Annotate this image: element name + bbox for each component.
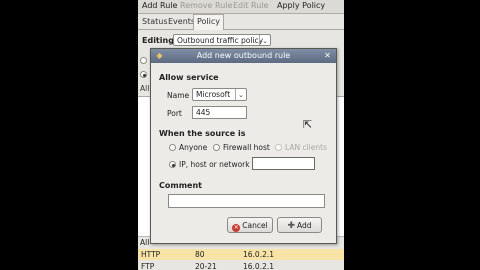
allow-service-heading: Allow service [159, 73, 219, 82]
apply-policy-button[interactable]: Apply Policy [277, 0, 325, 12]
table-row[interactable]: HTTP 80 16.0.2.1 [138, 249, 344, 260]
plus-icon: ✚ [287, 221, 295, 231]
toolbar: Add Rule Remove Rule Edit Rule Apply Pol… [138, 0, 344, 14]
add-button[interactable]: ✚ Add [277, 217, 322, 233]
tab-policy[interactable]: Policy [193, 14, 225, 30]
add-label: Add [297, 221, 312, 230]
bg-radio-2 [140, 71, 147, 78]
mouse-pointer-icon: ⇱ [303, 118, 313, 131]
radio-lan-label: LAN clients [285, 143, 327, 152]
service-name-value: Microsoft [196, 90, 231, 99]
remove-rule-button[interactable]: Remove Rule [180, 0, 232, 12]
radio-anyone[interactable] [169, 144, 176, 151]
add-rule-button[interactable]: Add Rule [142, 0, 177, 12]
close-icon[interactable]: ✕ [323, 51, 332, 60]
dialog-titlebar: ◆ Add new outbound rule ✕ [151, 49, 336, 63]
cancel-icon: ✕ [232, 224, 241, 232]
radio-ip-host-network[interactable] [169, 161, 176, 168]
chevron-down-icon: ⌄ [259, 35, 270, 45]
bg-radio-1 [140, 57, 147, 64]
ip-host-network-field[interactable] [252, 157, 315, 170]
radio-firewall-host[interactable] [213, 144, 220, 151]
radio-lan-clients[interactable] [275, 144, 282, 151]
bg-list-header: All [140, 84, 150, 93]
cancel-label: Cancel [242, 221, 268, 230]
edit-rule-button[interactable]: Edit Rule [233, 0, 268, 12]
service-name-combo[interactable]: Microsoft ⌄ [192, 88, 247, 101]
add-outbound-rule-dialog: ◆ Add new outbound rule ✕ Allow service … [150, 48, 337, 244]
tab-bar: Status Events Policy [138, 13, 344, 30]
comment-field[interactable] [168, 194, 325, 208]
port-label: Port [167, 109, 182, 118]
radio-ip-label: IP, host or network [179, 160, 250, 169]
editing-label: Editing [142, 36, 174, 45]
dialog-title: Add new outbound rule [196, 51, 291, 60]
comment-heading: Comment [159, 181, 202, 190]
window-menu-icon[interactable]: ◆ [155, 51, 164, 60]
chevron-down-icon: ⌄ [235, 89, 246, 100]
radio-firewall-label: Firewall host [223, 143, 270, 152]
cancel-button[interactable]: ✕ Cancel [227, 217, 273, 233]
table-row[interactable]: FTP 20-21 16.0.2.1 [138, 261, 344, 270]
source-heading: When the source is [159, 129, 246, 138]
port-field[interactable]: 445 [192, 106, 247, 119]
policy-select[interactable]: Outbound traffic policy ⌄ [173, 34, 271, 46]
radio-anyone-label: Anyone [179, 143, 208, 152]
policy-select-value: Outbound traffic policy [177, 36, 264, 45]
name-label: Name [167, 91, 190, 100]
